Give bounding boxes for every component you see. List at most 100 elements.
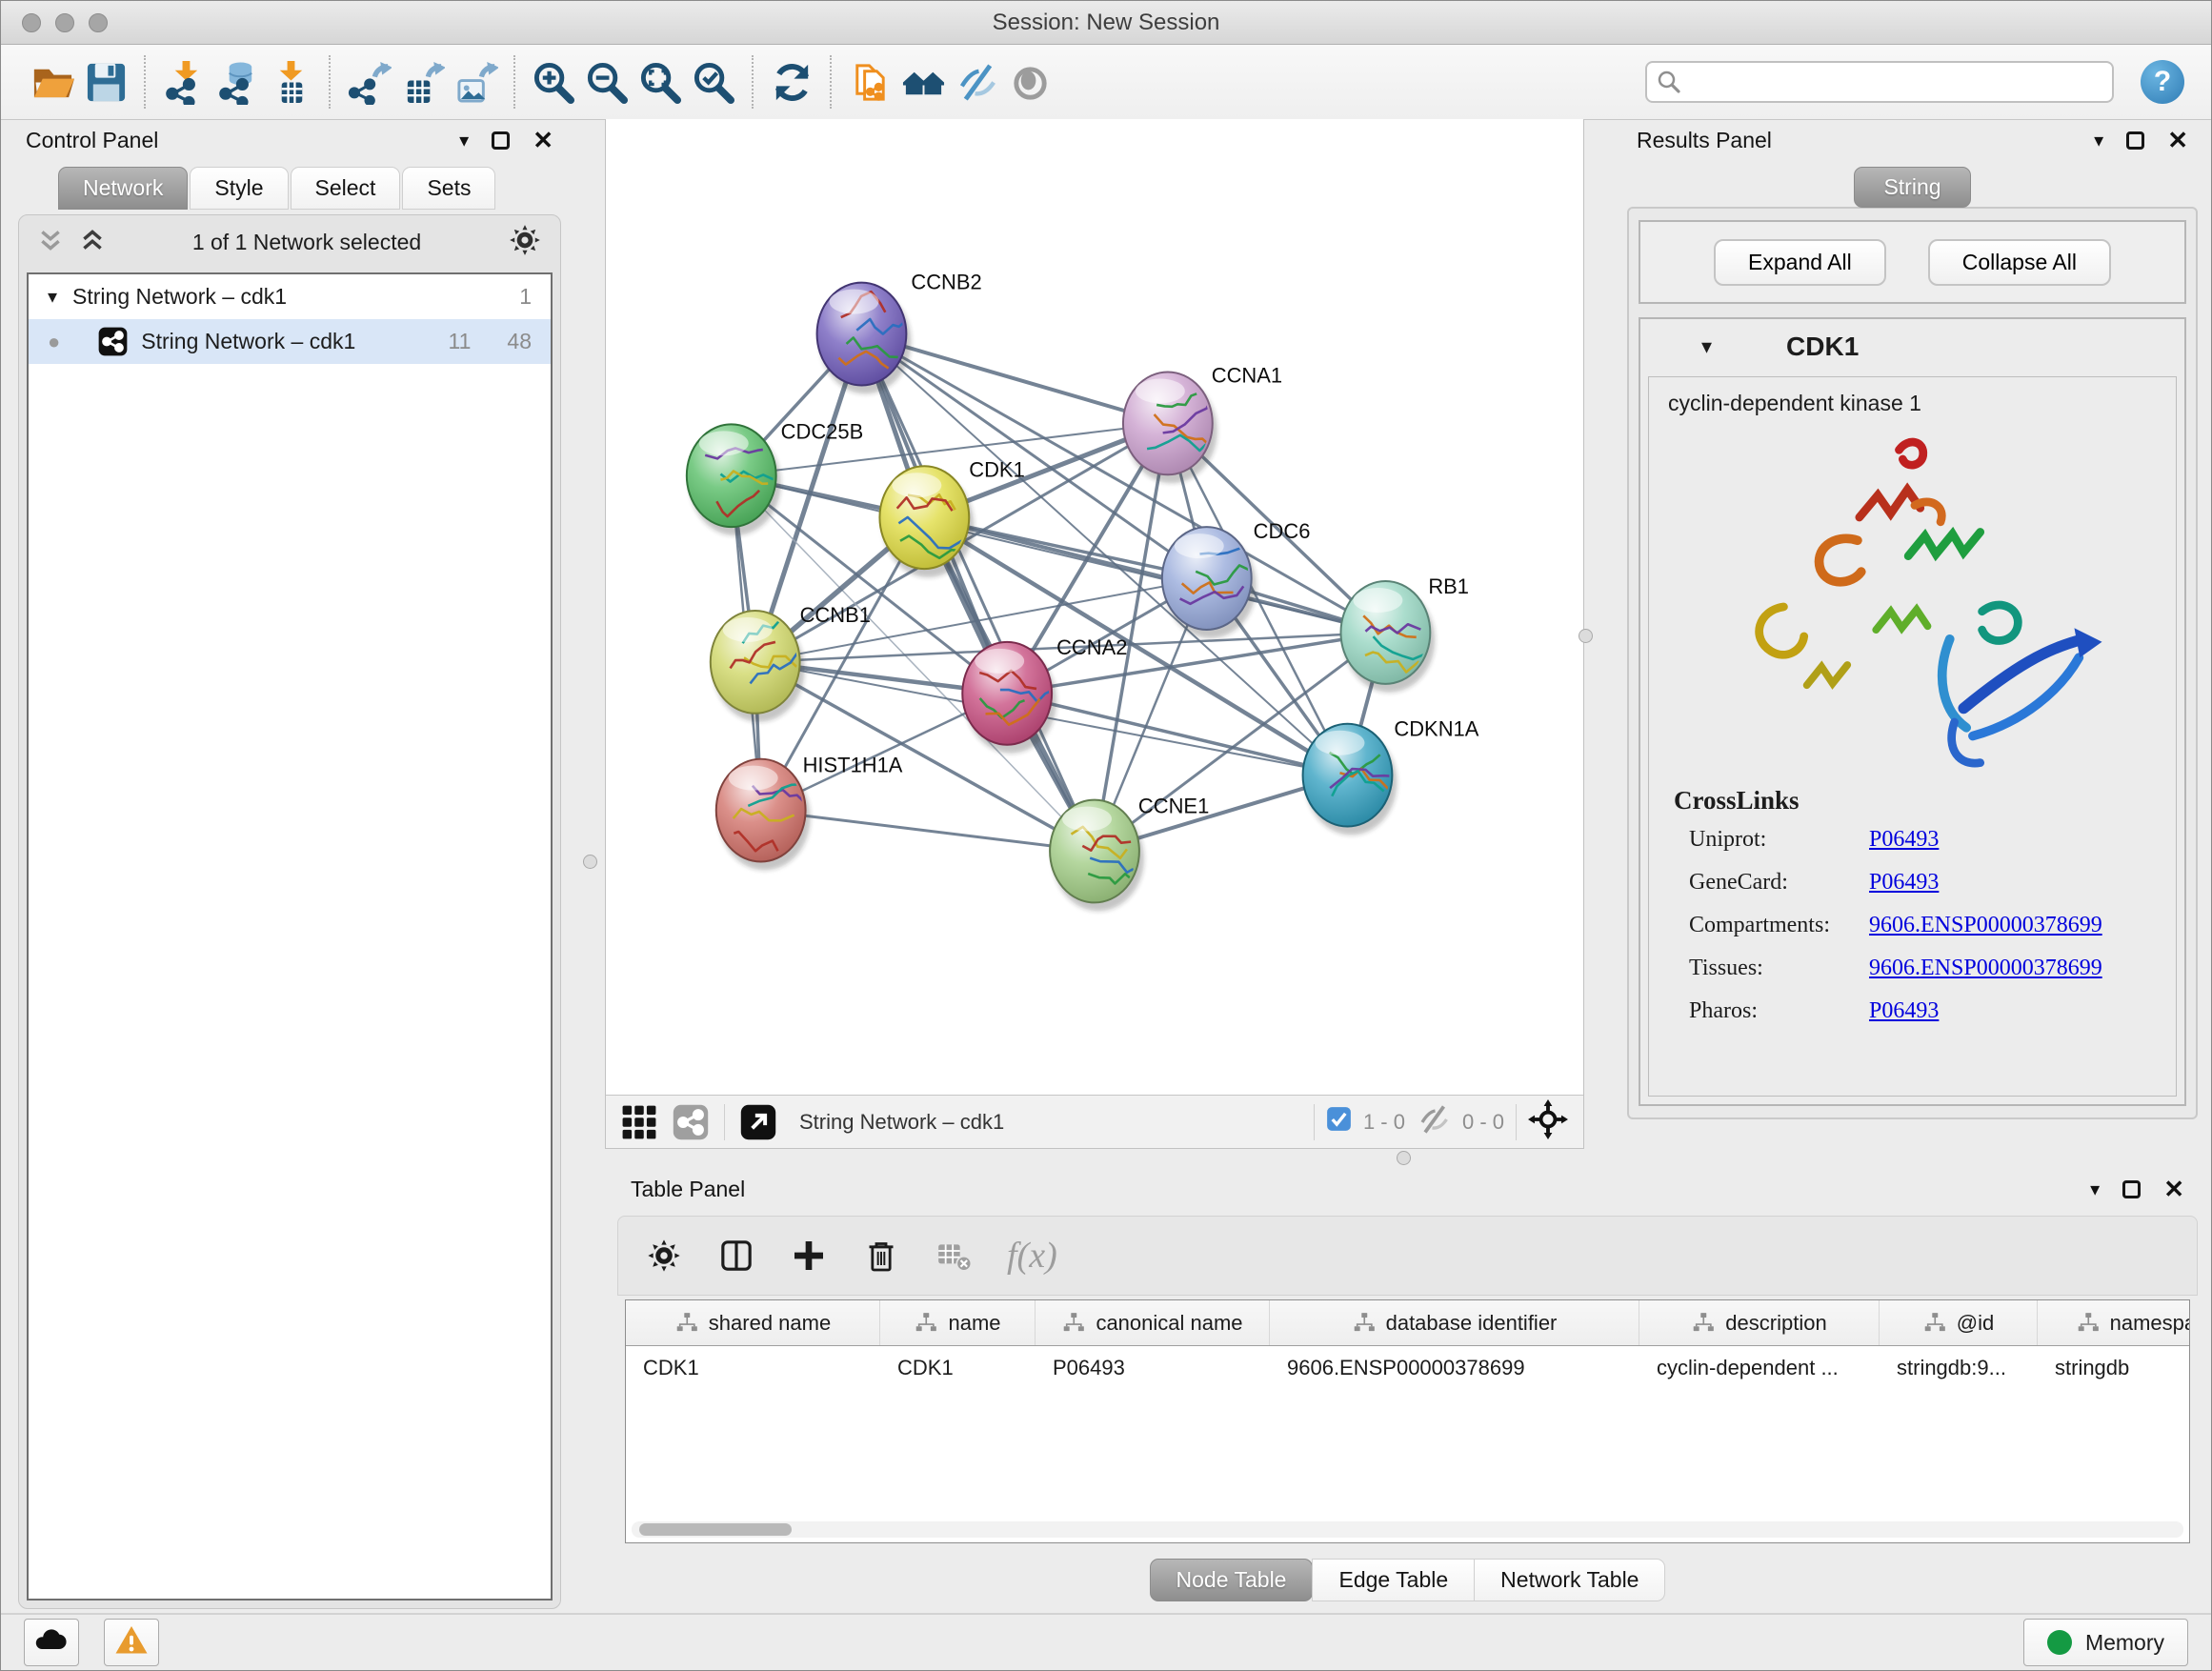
help-button[interactable]: ?: [2141, 60, 2184, 104]
network-node-CCNB1[interactable]: [711, 609, 805, 721]
gene-entry-header[interactable]: ▾ CDK1: [1640, 319, 2184, 374]
network-node-CDKN1A[interactable]: [1303, 724, 1400, 836]
tab-edge-table[interactable]: Edge Table: [1312, 1559, 1475, 1601]
network-collection-count: 1: [519, 284, 532, 310]
crosslink-link[interactable]: P06493: [1869, 827, 1939, 853]
network-node-CCNB2[interactable]: [817, 283, 912, 394]
grid-view-icon[interactable]: [621, 1104, 657, 1140]
crosslink-link[interactable]: 9606.ENSP00000378699: [1869, 956, 2102, 981]
memory-button[interactable]: Memory: [2023, 1619, 2188, 1666]
collapse-all-networks-button[interactable]: [36, 225, 65, 260]
maximize-window-button[interactable]: [89, 13, 108, 32]
tab-sets[interactable]: Sets: [402, 167, 495, 210]
import-network-file-button[interactable]: [157, 54, 211, 110]
expand-all-networks-button[interactable]: [78, 225, 107, 260]
bottom-splitter-handle[interactable]: [1397, 1151, 1411, 1165]
zoom-out-button[interactable]: [580, 54, 633, 110]
network-node-CDK1[interactable]: [879, 466, 974, 577]
show-all-button[interactable]: [1003, 54, 1056, 110]
tab-network-table[interactable]: Network Table: [1474, 1559, 1665, 1601]
panel-float-icon[interactable]: [2122, 1180, 2141, 1198]
delete-column-trash-icon[interactable]: [862, 1237, 900, 1275]
save-session-button[interactable]: [79, 54, 132, 110]
tab-string[interactable]: String: [1854, 167, 1970, 208]
network-canvas[interactable]: CCNB2CCNA1CDC25BCDK1CDC6RB1CCNB1CCNA2CDK…: [606, 119, 1583, 1095]
column-header-shared-name[interactable]: shared name: [626, 1300, 880, 1345]
zoom-selected-button[interactable]: [687, 54, 740, 110]
tree-expand-icon[interactable]: ▾: [48, 285, 57, 309]
crosslink-row: Pharos:P06493: [1674, 998, 2176, 1024]
table-options-gear-icon[interactable]: [645, 1237, 683, 1275]
tab-select[interactable]: Select: [291, 167, 401, 210]
string-view-icon[interactable]: [673, 1104, 709, 1140]
export-network-button[interactable]: [342, 54, 395, 110]
first-neighbors-button[interactable]: [896, 54, 950, 110]
network-node-CDC6[interactable]: [1162, 527, 1264, 638]
memory-label: Memory: [2085, 1630, 2164, 1656]
network-node-CCNA2[interactable]: [962, 642, 1056, 754]
panel-close-icon[interactable]: ✕: [533, 126, 553, 155]
panel-collapse-icon[interactable]: ▾: [2090, 1178, 2100, 1201]
table-row[interactable]: CDK1CDK1P064939606.ENSP00000378699cyclin…: [626, 1346, 2189, 1390]
panel-close-icon[interactable]: ✕: [2167, 126, 2188, 155]
hide-selected-button[interactable]: [950, 54, 1003, 110]
zoom-in-button[interactable]: [527, 54, 580, 110]
refresh-view-button[interactable]: [765, 54, 818, 110]
network-node-CDC25B[interactable]: [687, 424, 782, 535]
left-splitter-handle[interactable]: [583, 855, 597, 869]
clone-network-button[interactable]: [843, 54, 896, 110]
column-header-@id[interactable]: @id: [1880, 1300, 2038, 1345]
crosslink-link[interactable]: P06493: [1869, 870, 1939, 896]
import-network-database-button[interactable]: [211, 54, 264, 110]
scrollbar-thumb[interactable]: [639, 1523, 792, 1536]
network-row[interactable]: ● String Network – cdk1 11 48: [29, 319, 551, 364]
expand-all-button[interactable]: Expand All: [1714, 239, 1886, 286]
minimize-window-button[interactable]: [55, 13, 74, 32]
network-edge-HIST1H1A-CCNE1[interactable]: [761, 811, 1095, 852]
warnings-button[interactable]: [104, 1619, 159, 1666]
panel-collapse-icon[interactable]: ▾: [459, 129, 469, 152]
network-collection-row[interactable]: ▾ String Network – cdk1 1: [29, 274, 551, 319]
birds-eye-view-icon[interactable]: [1528, 1099, 1568, 1145]
cloud-button[interactable]: [24, 1619, 79, 1666]
column-header-description[interactable]: description: [1639, 1300, 1880, 1345]
import-table-file-button[interactable]: [264, 54, 317, 110]
horizontal-scrollbar[interactable]: [632, 1521, 2183, 1538]
network-node-CCNE1[interactable]: [1050, 800, 1144, 912]
export-image-button[interactable]: [449, 54, 502, 110]
right-splitter-handle[interactable]: [1579, 629, 1593, 643]
network-options-gear-icon[interactable]: [507, 222, 543, 263]
export-table-button[interactable]: [395, 54, 449, 110]
collapse-all-button[interactable]: Collapse All: [1928, 239, 2111, 286]
tab-style[interactable]: Style: [190, 167, 288, 210]
column-header-name[interactable]: name: [880, 1300, 1036, 1345]
crosslink-link[interactable]: 9606.ENSP00000378699: [1869, 913, 2102, 938]
tab-node-table[interactable]: Node Table: [1150, 1559, 1314, 1601]
open-file-button[interactable]: [26, 54, 79, 110]
panel-collapse-icon[interactable]: ▾: [2094, 129, 2103, 152]
first-neighbors-icon: [901, 60, 946, 105]
network-edge-CDK1-RB1[interactable]: [924, 517, 1385, 633]
panel-close-icon[interactable]: ✕: [2163, 1175, 2184, 1204]
search-input[interactable]: [1689, 70, 2104, 94]
network-node-CCNA1[interactable]: [1123, 372, 1217, 483]
current-network-name: String Network – cdk1: [799, 1110, 1004, 1135]
gene-collapse-icon[interactable]: ▾: [1701, 334, 1712, 359]
network-node-RB1[interactable]: [1340, 581, 1435, 693]
zoom-fit-button[interactable]: [633, 54, 687, 110]
create-column-icon[interactable]: [790, 1237, 828, 1275]
show-columns-icon[interactable]: [717, 1237, 755, 1275]
selected-checkbox-icon[interactable]: [1326, 1106, 1352, 1137]
tab-network[interactable]: Network: [58, 167, 188, 210]
open-in-window-icon[interactable]: [740, 1104, 776, 1140]
column-header-namespace[interactable]: namespace: [2038, 1300, 2190, 1345]
close-window-button[interactable]: [22, 13, 41, 32]
column-header-database-identifier[interactable]: database identifier: [1270, 1300, 1639, 1345]
search-box[interactable]: [1645, 61, 2114, 103]
panel-float-icon[interactable]: [492, 131, 510, 150]
help-icon: ?: [2154, 66, 2171, 98]
column-header-canonical-name[interactable]: canonical name: [1036, 1300, 1270, 1345]
crosslink-link[interactable]: P06493: [1869, 998, 1939, 1024]
network-node-HIST1H1A[interactable]: [716, 759, 815, 871]
panel-float-icon[interactable]: [2126, 131, 2144, 150]
